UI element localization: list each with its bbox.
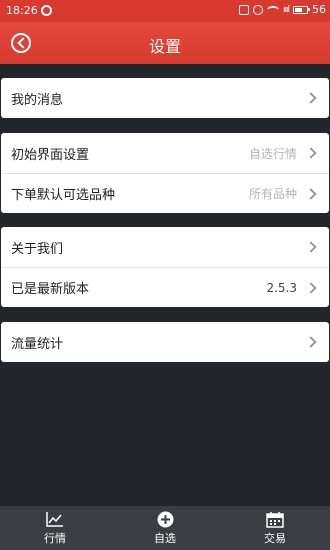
settings-group-trading: 初始界面设置 自选行情 下单默认可选品种 所有品种 <box>1 133 329 213</box>
settings-group-about: 关于我们 已是最新版本 2.5.3 <box>1 227 329 307</box>
status-bar: 18:26 ıııl 56 <box>0 0 330 22</box>
tab-label: 自选 <box>154 532 176 545</box>
chevron-right-icon <box>305 336 317 348</box>
row-initial-screen[interactable]: 初始界面设置 自选行情 <box>1 133 329 173</box>
row-about-us[interactable]: 关于我们 <box>1 227 329 267</box>
chevron-right-icon <box>305 92 317 104</box>
version-value: 2.5.3 <box>266 280 297 295</box>
row-label: 关于我们 <box>11 241 64 257</box>
status-icons: ıııl 56 <box>238 3 326 16</box>
tab-label: 行情 <box>44 532 66 545</box>
row-label: 下单默认可选品种 <box>11 188 116 203</box>
row-label: 初始界面设置 <box>11 147 90 163</box>
battery-level: 56 <box>312 3 326 16</box>
title-bar: 设置 <box>0 22 330 64</box>
chevron-right-icon <box>305 281 317 294</box>
page-title: 设置 <box>148 37 181 56</box>
tab-trade[interactable]: 交易 <box>220 506 330 550</box>
add-circle-icon <box>157 510 174 528</box>
calendar-icon <box>266 510 284 528</box>
alarm-icon <box>252 4 263 15</box>
row-default-order-variety[interactable]: 下单默认可选品种 所有品种 <box>1 173 329 213</box>
row-label: 我的消息 <box>11 92 64 108</box>
chevron-right-icon <box>305 187 317 200</box>
chart-icon <box>46 510 64 528</box>
row-label: 已是最新版本 <box>11 282 90 297</box>
vibrate-icon <box>238 4 249 15</box>
row-value: 所有品种 <box>248 187 297 201</box>
row-label: 流量统计 <box>11 336 64 352</box>
tab-bar: 行情 自选 交易 <box>0 506 330 550</box>
tab-label: 交易 <box>264 532 286 545</box>
tab-market[interactable]: 行情 <box>0 506 110 550</box>
sync-icon <box>41 5 52 16</box>
chevron-right-icon <box>305 241 317 253</box>
battery-icon <box>293 5 310 14</box>
wifi-icon <box>266 5 279 14</box>
row-value: 自选行情 <box>248 146 297 161</box>
signal-icon: ıııl <box>282 4 290 15</box>
status-time: 18:26 <box>6 4 38 17</box>
row-version[interactable]: 已是最新版本 2.5.3 <box>1 267 329 307</box>
row-my-messages[interactable]: 我的消息 <box>1 78 329 118</box>
chevron-right-icon <box>305 147 317 159</box>
row-traffic-stats[interactable]: 流量统计 <box>1 322 329 362</box>
settings-group-messages: 我的消息 <box>1 78 329 118</box>
tab-watchlist[interactable]: 自选 <box>110 506 220 550</box>
settings-group-traffic: 流量统计 <box>1 322 329 362</box>
